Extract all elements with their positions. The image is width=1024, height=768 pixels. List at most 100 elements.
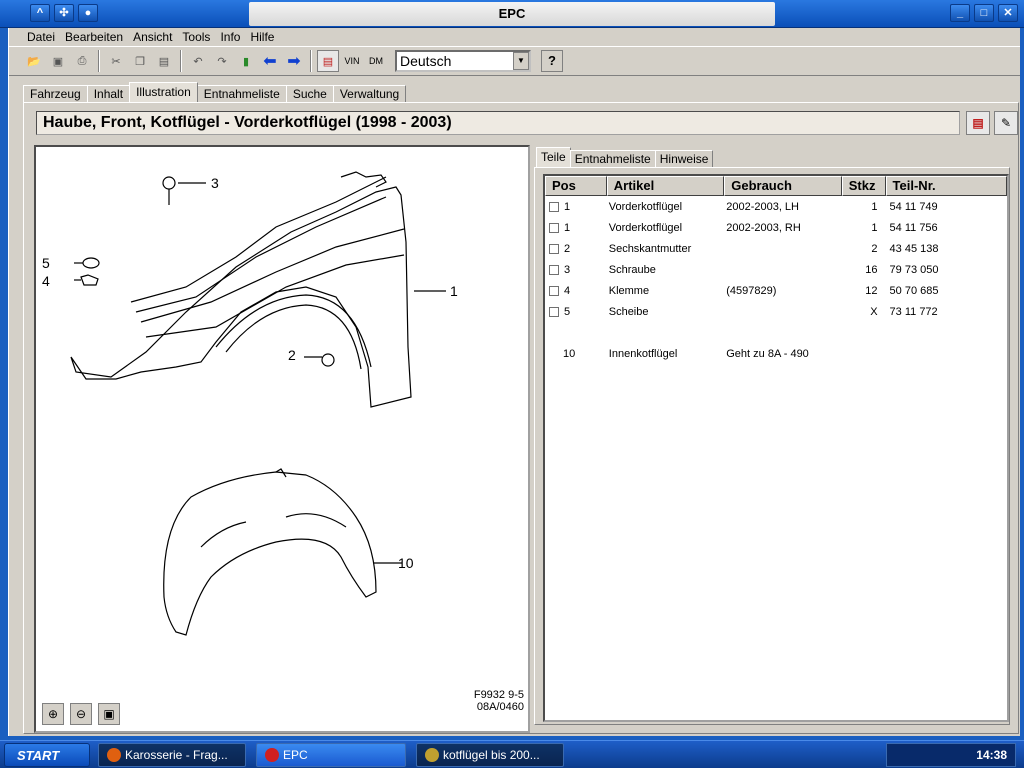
vin-button[interactable]: VIN [341, 50, 363, 72]
edit-icon: ✎ [1000, 116, 1012, 130]
illustration-view[interactable]: 3 5 4 1 2 10 F9932 9-5 08A/0460 ⊕ ⊖ ▣ [34, 145, 530, 733]
chevron-down-icon[interactable]: ▼ [513, 52, 529, 70]
menu-tools[interactable]: Tools [178, 30, 214, 44]
tab-illustration[interactable]: Illustration [129, 82, 198, 103]
task-image[interactable]: kotflügel bis 200... [416, 743, 564, 767]
paste-icon[interactable]: ▤ [153, 50, 175, 72]
menu-hilfe[interactable]: Hilfe [246, 30, 278, 44]
print-icon[interactable]: ⎙ [71, 50, 93, 72]
bookmark-icon[interactable]: ▮ [235, 50, 257, 72]
cell-artikel: Schraube [607, 264, 724, 276]
tab-entnahmeliste[interactable]: Entnahmeliste [196, 85, 287, 102]
zoom-in-button[interactable]: ⊕ [42, 703, 64, 725]
cell-pos: 4 [545, 285, 607, 297]
notes-button[interactable]: ✎ [994, 111, 1018, 135]
menu-info[interactable]: Info [216, 30, 244, 44]
menu-datei[interactable]: Datei [23, 30, 59, 44]
toolbar: 📂 ▣ ⎙ ✂ ❐ ▤ ↶ ↷ ▮ ⬅ ➡ ▤ VIN DM Deutsch ▼… [9, 46, 1020, 76]
cell-pos: 1 [545, 201, 607, 213]
table-row[interactable]: 1 Vorderkotflügel 2002-2003, LH 1 54 11 749 [545, 196, 1007, 217]
table-row[interactable]: 4 Klemme (4597829) 12 50 70 685 [545, 280, 1007, 301]
tab-entnahmeliste-right[interactable]: Entnahmeliste [569, 150, 656, 167]
col-pos[interactable]: Pos [545, 176, 607, 196]
open-icon[interactable]: 📂 [23, 50, 45, 72]
undo-icon[interactable]: ↶ [187, 50, 209, 72]
language-select[interactable]: Deutsch ▼ [395, 50, 531, 72]
image-viewer-icon [425, 748, 439, 762]
table-row[interactable]: 5 Scheibe X 73 11 772 [545, 301, 1007, 322]
cell-pos: 1 [545, 222, 607, 234]
parts-list-icon[interactable]: ▤ [317, 50, 339, 72]
cell-gebrauch: 2002-2003, LH [724, 201, 841, 213]
table-row[interactable] [545, 322, 1007, 343]
parts-diagram[interactable] [36, 147, 528, 731]
table-row[interactable]: 3 Schraube 16 79 73 050 [545, 259, 1007, 280]
help-button[interactable]: ? [541, 50, 563, 72]
tab-hinweise[interactable]: Hinweise [654, 150, 714, 167]
col-gebrauch[interactable]: Gebrauch [724, 176, 842, 196]
callout-10[interactable]: 10 [398, 555, 414, 571]
cut-icon[interactable]: ✂ [105, 50, 127, 72]
stkz-text: X [870, 305, 878, 318]
cell-pos: 5 [545, 306, 607, 318]
redo-icon[interactable]: ↷ [211, 50, 233, 72]
callout-5[interactable]: 5 [42, 255, 50, 271]
zoom-out-button[interactable]: ⊖ [70, 703, 92, 725]
artikel-text: Scheibe [608, 305, 649, 318]
table-row[interactable]: 10 Innenkotflügel Geht zu 8A - 490 [545, 343, 1007, 364]
title-bar: ^ ✣ ● EPC _ □ ✕ [0, 0, 1024, 28]
tab-teile[interactable]: Teile [536, 147, 571, 167]
callout-3[interactable]: 3 [211, 175, 219, 191]
back-arrow-icon[interactable]: ⬅ [259, 50, 281, 72]
forward-arrow-icon[interactable]: ➡ [283, 50, 305, 72]
col-teilnr[interactable]: Teil-Nr. [885, 176, 1008, 196]
tab-inhalt[interactable]: Inhalt [86, 85, 131, 102]
save-icon[interactable]: ▣ [47, 50, 69, 72]
menu-bearbeiten[interactable]: Bearbeiten [61, 30, 127, 44]
cell-teilnr: 43 45 138 [886, 243, 1007, 255]
callout-1[interactable]: 1 [450, 283, 458, 299]
table-row[interactable]: 2 Sechskantmutter 2 43 45 138 [545, 238, 1007, 259]
tab-suche[interactable]: Suche [285, 85, 334, 102]
col-stkz[interactable]: Stkz [841, 176, 886, 196]
clock[interactable]: 14:38 [976, 748, 1007, 762]
table-row[interactable]: 1 Vorderkotflügel 2002-2003, RH 1 54 11 756 [545, 217, 1007, 238]
cell-gebrauch: (4597829) [724, 285, 841, 297]
row-checkbox[interactable] [549, 306, 559, 317]
artikel-text: Vorderkotflügel [608, 200, 683, 213]
row-checkbox[interactable] [549, 201, 559, 212]
tab-verwaltung[interactable]: Verwaltung [332, 85, 407, 102]
row-checkbox[interactable] [549, 264, 559, 275]
menu-ansicht[interactable]: Ansicht [129, 30, 176, 44]
pos-text: 5 [564, 305, 571, 318]
cell-teilnr: 50 70 685 [886, 285, 1007, 297]
copy-icon[interactable]: ❐ [129, 50, 151, 72]
tab-fahrzeug[interactable]: Fahrzeug [23, 85, 88, 102]
callout-4[interactable]: 4 [42, 273, 50, 289]
row-checkbox[interactable] [549, 222, 559, 233]
dms-icon[interactable]: DM [365, 50, 387, 72]
cell-artikel: Vorderkotflügel [607, 222, 724, 234]
close-button[interactable]: ✕ [998, 4, 1018, 22]
row-checkbox[interactable] [549, 285, 559, 296]
cell-stkz: X [842, 306, 886, 318]
task-firefox[interactable]: Karosserie - Frag... [98, 743, 246, 767]
artikel-text: Vorderkotflügel [608, 221, 683, 234]
col-artikel[interactable]: Artikel [606, 176, 725, 196]
cell-pos: 3 [545, 264, 607, 276]
add-to-list-button[interactable]: ▤ [966, 111, 990, 135]
maximize-button[interactable]: □ [974, 4, 994, 22]
minimize-button[interactable]: _ [950, 4, 970, 22]
menu-bar: Datei Bearbeiten Ansicht Tools Info Hilf… [9, 28, 1020, 46]
teilnr-text: 54 11 756 [889, 221, 938, 234]
cell-gebrauch: Geht zu 8A - 490 [724, 348, 841, 360]
fit-view-button[interactable]: ▣ [98, 703, 120, 725]
task-epc[interactable]: EPC [256, 743, 406, 767]
page-title: Haube, Front, Kotflügel - Vorderkotflüge… [36, 111, 960, 135]
row-checkbox[interactable] [549, 243, 559, 254]
pos-text: 1 [564, 200, 571, 213]
start-button[interactable]: START [4, 743, 90, 767]
cell-stkz: 2 [842, 243, 886, 255]
parts-panel: Pos Artikel Gebrauch Stkz Teil-Nr. 1 Vord… [534, 167, 1010, 725]
callout-2[interactable]: 2 [288, 347, 296, 363]
